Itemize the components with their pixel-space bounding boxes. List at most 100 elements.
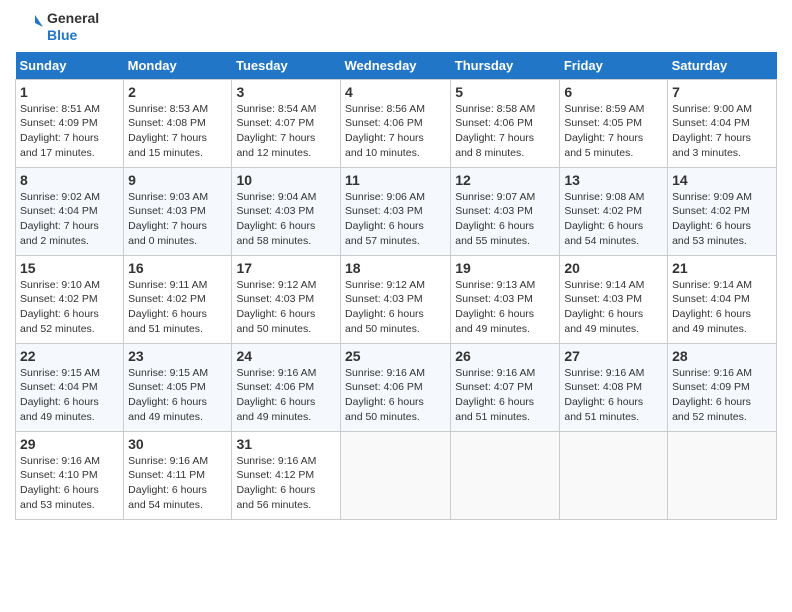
calendar-cell: 6 Sunrise: 8:59 AM Sunset: 4:05 PM Daylig… [560,79,668,167]
day-number: 26 [455,348,555,364]
day-info: Sunrise: 9:11 AM Sunset: 4:02 PM Dayligh… [128,278,227,337]
header-saturday: Saturday [668,52,777,80]
day-info: Sunrise: 9:15 AM Sunset: 4:05 PM Dayligh… [128,366,227,425]
logo-line1: General [47,10,99,27]
calendar-table: Sunday Monday Tuesday Wednesday Thursday… [15,52,777,520]
day-number: 9 [128,172,227,188]
day-number: 12 [455,172,555,188]
calendar-cell: 7Sunrise: 9:00 AM Sunset: 4:04 PM Daylig… [668,79,777,167]
calendar-cell: 16 Sunrise: 9:11 AM Sunset: 4:02 PM Dayli… [124,255,232,343]
day-number: 17 [236,260,336,276]
day-number: 2 [128,84,227,100]
day-info: Sunrise: 9:16 AM Sunset: 4:06 PM Dayligh… [345,366,446,425]
day-number: 14 [672,172,772,188]
calendar-body: 1 Sunrise: 8:51 AM Sunset: 4:09 PM Daylig… [16,79,777,519]
calendar-cell [668,431,777,519]
day-number: 3 [236,84,336,100]
day-info: Sunrise: 9:16 AM Sunset: 4:08 PM Dayligh… [564,366,663,425]
calendar-cell: 9 Sunrise: 9:03 AM Sunset: 4:03 PM Daylig… [124,167,232,255]
day-number: 16 [128,260,227,276]
calendar-cell: 18Sunrise: 9:12 AM Sunset: 4:03 PM Dayli… [341,255,451,343]
day-number: 23 [128,348,227,364]
main-container: General Blue Sunday Monday Tuesday Wedne… [0,0,792,530]
calendar-cell: 26 Sunrise: 9:16 AM Sunset: 4:07 PM Dayli… [451,343,560,431]
header-thursday: Thursday [451,52,560,80]
header: General Blue [15,10,777,44]
day-number: 8 [20,172,119,188]
day-number: 11 [345,172,446,188]
day-number: 27 [564,348,663,364]
day-info: Sunrise: 8:58 AM Sunset: 4:06 PM Dayligh… [455,102,555,161]
calendar-cell: 13 Sunrise: 9:08 AM Sunset: 4:02 PM Dayli… [560,167,668,255]
calendar-cell: 17 Sunrise: 9:12 AM Sunset: 4:03 PM Dayli… [232,255,341,343]
calendar-row-4: 22 Sunrise: 9:15 AM Sunset: 4:04 PM Dayli… [16,343,777,431]
header-friday: Friday [560,52,668,80]
day-number: 6 [564,84,663,100]
logo-line2: Blue [47,27,99,44]
day-info: Sunrise: 9:16 AM Sunset: 4:07 PM Dayligh… [455,366,555,425]
calendar-cell: 4Sunrise: 8:56 AM Sunset: 4:06 PM Daylig… [341,79,451,167]
calendar-cell: 30 Sunrise: 9:16 AM Sunset: 4:11 PM Dayli… [124,431,232,519]
day-number: 4 [345,84,446,100]
calendar-cell: 25 Sunrise: 9:16 AM Sunset: 4:06 PM Dayli… [341,343,451,431]
day-number: 31 [236,436,336,452]
calendar-cell: 22 Sunrise: 9:15 AM Sunset: 4:04 PM Dayli… [16,343,124,431]
day-info: Sunrise: 9:03 AM Sunset: 4:03 PM Dayligh… [128,190,227,249]
calendar-row-3: 15 Sunrise: 9:10 AM Sunset: 4:02 PM Dayli… [16,255,777,343]
day-info: Sunrise: 9:10 AM Sunset: 4:02 PM Dayligh… [20,278,119,337]
day-number: 22 [20,348,119,364]
day-info: Sunrise: 9:07 AM Sunset: 4:03 PM Dayligh… [455,190,555,249]
header-tuesday: Tuesday [232,52,341,80]
day-info: Sunrise: 9:09 AM Sunset: 4:02 PM Dayligh… [672,190,772,249]
calendar-cell [341,431,451,519]
day-number: 15 [20,260,119,276]
calendar-cell: 1 Sunrise: 8:51 AM Sunset: 4:09 PM Daylig… [16,79,124,167]
day-number: 13 [564,172,663,188]
day-info: Sunrise: 8:59 AM Sunset: 4:05 PM Dayligh… [564,102,663,161]
calendar-cell: 12 Sunrise: 9:07 AM Sunset: 4:03 PM Dayli… [451,167,560,255]
calendar-cell: 8Sunrise: 9:02 AM Sunset: 4:04 PM Daylig… [16,167,124,255]
day-number: 10 [236,172,336,188]
day-number: 21 [672,260,772,276]
calendar-cell: 10 Sunrise: 9:04 AM Sunset: 4:03 PM Dayli… [232,167,341,255]
day-info: Sunrise: 9:04 AM Sunset: 4:03 PM Dayligh… [236,190,336,249]
day-info: Sunrise: 9:12 AM Sunset: 4:03 PM Dayligh… [236,278,336,337]
logo: General Blue [15,10,99,44]
day-info: Sunrise: 9:16 AM Sunset: 4:12 PM Dayligh… [236,454,336,513]
day-number: 24 [236,348,336,364]
day-number: 30 [128,436,227,452]
day-info: Sunrise: 9:16 AM Sunset: 4:09 PM Dayligh… [672,366,772,425]
calendar-cell: 14 Sunrise: 9:09 AM Sunset: 4:02 PM Dayli… [668,167,777,255]
calendar-cell: 19Sunrise: 9:13 AM Sunset: 4:03 PM Dayli… [451,255,560,343]
day-info: Sunrise: 9:16 AM Sunset: 4:11 PM Dayligh… [128,454,227,513]
day-number: 29 [20,436,119,452]
day-info: Sunrise: 8:51 AM Sunset: 4:09 PM Dayligh… [20,102,119,161]
day-number: 1 [20,84,119,100]
header-wednesday: Wednesday [341,52,451,80]
calendar-cell: 2Sunrise: 8:53 AM Sunset: 4:08 PM Daylig… [124,79,232,167]
day-info: Sunrise: 9:16 AM Sunset: 4:06 PM Dayligh… [236,366,336,425]
calendar-cell: 3Sunrise: 8:54 AM Sunset: 4:07 PM Daylig… [232,79,341,167]
day-number: 19 [455,260,555,276]
day-info: Sunrise: 9:06 AM Sunset: 4:03 PM Dayligh… [345,190,446,249]
calendar-cell: 23 Sunrise: 9:15 AM Sunset: 4:05 PM Dayli… [124,343,232,431]
calendar-cell: 21 Sunrise: 9:14 AM Sunset: 4:04 PM Dayli… [668,255,777,343]
day-info: Sunrise: 9:00 AM Sunset: 4:04 PM Dayligh… [672,102,772,161]
calendar-cell: 5 Sunrise: 8:58 AM Sunset: 4:06 PM Daylig… [451,79,560,167]
calendar-cell: 11 Sunrise: 9:06 AM Sunset: 4:03 PM Dayli… [341,167,451,255]
day-info: Sunrise: 9:08 AM Sunset: 4:02 PM Dayligh… [564,190,663,249]
calendar-row-1: 1 Sunrise: 8:51 AM Sunset: 4:09 PM Daylig… [16,79,777,167]
day-number: 20 [564,260,663,276]
day-number: 25 [345,348,446,364]
weekday-header-row: Sunday Monday Tuesday Wednesday Thursday… [16,52,777,80]
day-info: Sunrise: 9:12 AM Sunset: 4:03 PM Dayligh… [345,278,446,337]
day-number: 28 [672,348,772,364]
day-info: Sunrise: 9:14 AM Sunset: 4:04 PM Dayligh… [672,278,772,337]
day-info: Sunrise: 9:15 AM Sunset: 4:04 PM Dayligh… [20,366,119,425]
day-info: Sunrise: 9:14 AM Sunset: 4:03 PM Dayligh… [564,278,663,337]
calendar-cell: 29Sunrise: 9:16 AM Sunset: 4:10 PM Dayli… [16,431,124,519]
header-sunday: Sunday [16,52,124,80]
calendar-cell: 27 Sunrise: 9:16 AM Sunset: 4:08 PM Dayli… [560,343,668,431]
calendar-cell: 31 Sunrise: 9:16 AM Sunset: 4:12 PM Dayli… [232,431,341,519]
day-number: 5 [455,84,555,100]
